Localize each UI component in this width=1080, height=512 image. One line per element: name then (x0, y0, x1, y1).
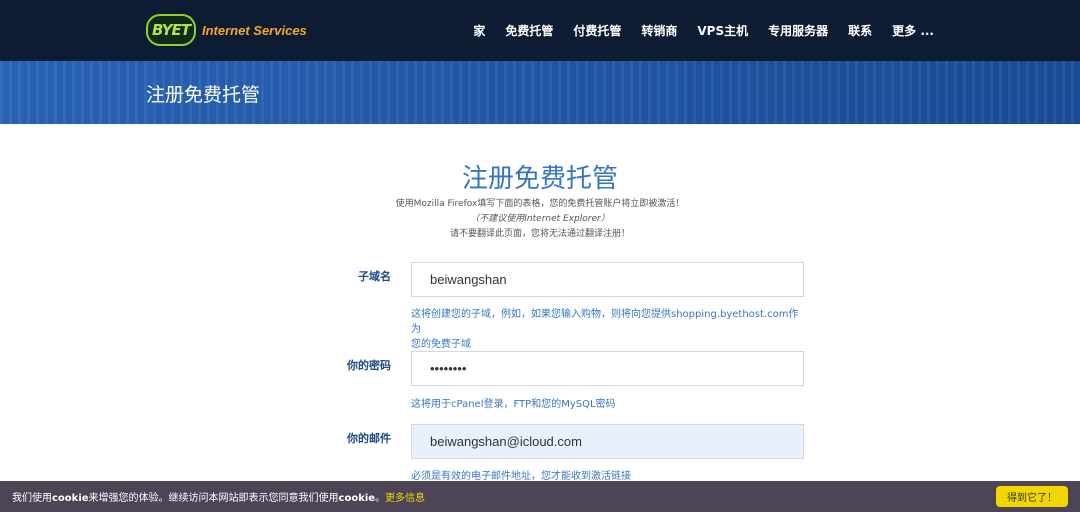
form-note-translate: 请不要翻译此页面，您将无法通过翻译注册！ (449, 229, 630, 239)
logo-tagline: Internet Services (202, 22, 307, 38)
banner-title: 注册免费托管 (146, 84, 261, 106)
main-nav: 家 免费托管 付费托管 转销商 VPS主机 专用服务器 联系 更多 ... (453, 0, 934, 61)
subdomain-input[interactable]: beiwangshan (411, 262, 804, 297)
cookie-message: 我们使用cookie来增强您的体验。继续访问本网站即表示您同意我们使用cooki… (12, 489, 425, 504)
nav-item-more[interactable]: 更多 ... (892, 22, 934, 39)
nav-item-paid-hosting[interactable]: 付费托管 (573, 22, 621, 39)
subdomain-label: 子域名 (358, 270, 391, 283)
password-input[interactable]: •••••••• (411, 351, 804, 386)
subdomain-hint: 这将创建您的子域，例如，如果您输入购物，则将向您提供shopping.byeth… (411, 307, 806, 352)
email-input[interactable]: beiwangshan@icloud.com (411, 424, 804, 459)
nav-item-home[interactable]: 家 (473, 22, 485, 39)
cookie-word-1: cookie (52, 493, 89, 504)
top-navbar: BYET Internet Services 家 免费托管 付费托管 转销商 V… (0, 0, 1080, 61)
cookie-text-end: 。 (375, 493, 386, 504)
nav-item-vps[interactable]: VPS主机 (697, 22, 748, 39)
email-label: 你的邮件 (347, 432, 391, 445)
subdomain-hint-line2: 您的免费子域 (411, 339, 471, 350)
form-note-firefox: 使用Mozilla Firefox填写下面的表格，您的免费托管账户将立即被激活！ (395, 199, 685, 209)
subdomain-hint-line1: 这将创建您的子域，例如，如果您输入购物，则将向您提供shopping.byeth… (411, 309, 799, 335)
cookie-text-mid: 来增强您的体验。继续访问本网站即表示您同意我们使用 (88, 493, 339, 504)
brand-logo[interactable]: BYET Internet Services (146, 14, 307, 46)
password-label: 你的密码 (347, 359, 391, 372)
logo-badge: BYET (146, 14, 196, 46)
cookie-bar: 我们使用cookie来增强您的体验。继续访问本网站即表示您同意我们使用cooki… (0, 481, 1080, 512)
nav-item-reseller[interactable]: 转销商 (641, 22, 677, 39)
nav-item-dedicated[interactable]: 专用服务器 (768, 22, 828, 39)
nav-item-contact[interactable]: 联系 (848, 22, 872, 39)
cookie-text-prefix: 我们使用 (12, 493, 52, 504)
form-heading: 注册免费托管 (461, 164, 618, 194)
nav-item-free-hosting[interactable]: 免费托管 (505, 22, 553, 39)
cookie-word-2: cookie (338, 493, 376, 504)
cookie-accept-button[interactable]: 得到它了！ (996, 486, 1068, 507)
password-hint: 这将用于cPanel登录，FTP和您的MySQL密码 (411, 399, 616, 410)
cookie-more-info-link[interactable]: 更多信息 (385, 493, 425, 504)
form-note-ie: （不建议使用Internet Explorer） (470, 214, 610, 224)
